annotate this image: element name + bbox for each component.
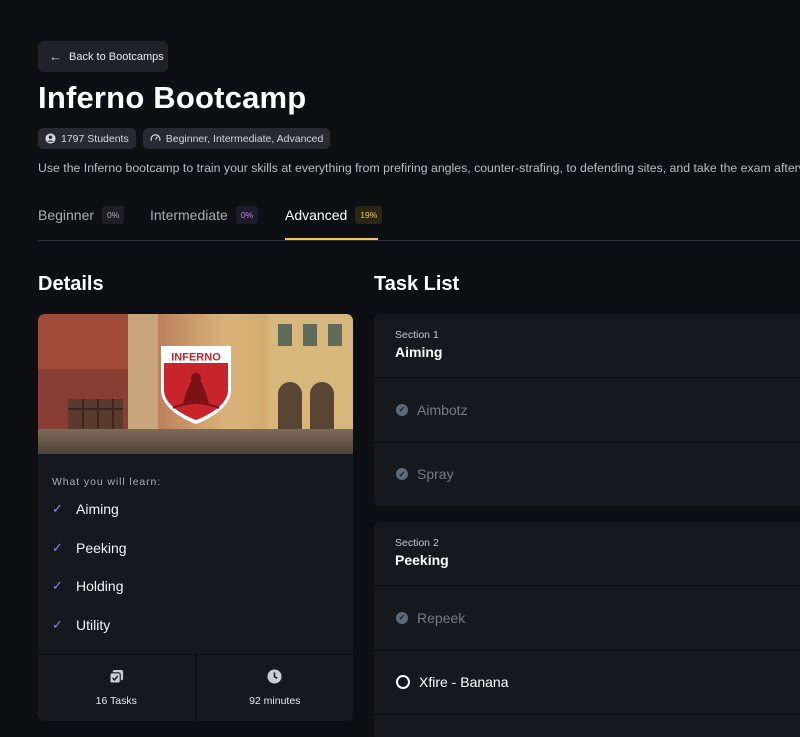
learn-item: ✓ Holding bbox=[52, 578, 123, 594]
section-header: Section 1 Aiming bbox=[374, 314, 800, 378]
completed-check-icon: ✓ bbox=[396, 468, 408, 481]
task-label: Xfire - Banana bbox=[419, 674, 509, 691]
check-icon: ✓ bbox=[52, 617, 63, 632]
levels-text: Beginner, Intermediate, Advanced bbox=[165, 132, 324, 145]
task-section: Section 2 Peeking ✓ Repeek Xfire - Banan… bbox=[374, 522, 800, 737]
students-count: 1797 Students bbox=[61, 132, 129, 145]
page-title: Inferno Bootcamp bbox=[38, 80, 307, 115]
tasks-count: 16 Tasks bbox=[95, 695, 137, 707]
back-button-label: Back to Bootcamps bbox=[69, 50, 164, 63]
completed-check-icon: ✓ bbox=[396, 403, 408, 416]
task-section: Section 1 Aiming ✓ Aimbotz ✓ Spray bbox=[374, 314, 800, 507]
progress-badge: 0% bbox=[102, 206, 125, 224]
learn-item-label: Peeking bbox=[76, 540, 127, 556]
active-tab-indicator bbox=[285, 238, 378, 240]
check-icon: ✓ bbox=[52, 540, 63, 555]
levels-chip: Beginner, Intermediate, Advanced bbox=[142, 128, 331, 149]
duration: 92 minutes bbox=[249, 695, 301, 707]
learn-item-label: Aiming bbox=[76, 501, 119, 517]
tasks-icon bbox=[109, 669, 124, 687]
task-row[interactable]: ✓ Repeek bbox=[374, 586, 800, 651]
task-row[interactable]: ✓ Aimbotz bbox=[374, 378, 800, 443]
meta-chips: 1797 Students Beginner, Intermediate, Ad… bbox=[38, 128, 331, 149]
task-label: Aimbotz bbox=[417, 401, 468, 418]
progress-badge: 19% bbox=[355, 206, 383, 224]
students-chip: 1797 Students bbox=[38, 128, 136, 149]
task-row[interactable]: ✓ Spray bbox=[374, 443, 800, 507]
task-label: Repeek bbox=[417, 609, 466, 626]
progress-badge: 0% bbox=[235, 206, 259, 224]
section-name: Aiming bbox=[395, 344, 443, 360]
clock-icon bbox=[267, 669, 282, 687]
check-icon: ✓ bbox=[52, 578, 63, 593]
back-to-bootcamps-button[interactable]: ← Back to Bootcamps bbox=[38, 41, 168, 72]
learn-item: ✓ Utility bbox=[52, 617, 110, 633]
user-icon bbox=[45, 133, 56, 144]
tab-beginner[interactable]: Beginner 0% bbox=[38, 200, 125, 240]
arrow-left-icon: ← bbox=[49, 49, 62, 64]
tab-label: Intermediate bbox=[150, 207, 228, 223]
description: Use the Inferno bootcamp to train your s… bbox=[38, 161, 800, 175]
learn-item: ✓ Peeking bbox=[52, 540, 127, 556]
learn-label: What you will learn: bbox=[52, 476, 162, 488]
gauge-icon bbox=[150, 133, 161, 144]
completed-check-icon: ✓ bbox=[396, 611, 408, 624]
section-header: Section 2 Peeking bbox=[374, 522, 800, 586]
learn-item-label: Holding bbox=[76, 578, 124, 594]
tab-label: Beginner bbox=[38, 207, 95, 223]
tasks-stat: 16 Tasks bbox=[38, 655, 195, 721]
section-number: Section 1 bbox=[395, 329, 439, 341]
task-list-heading: Task List bbox=[374, 273, 460, 295]
details-card: INFERNO What you will learn: ✓ Aiming ✓ … bbox=[38, 314, 353, 721]
tab-intermediate[interactable]: Intermediate 0% bbox=[150, 200, 259, 240]
svg-text:INFERNO: INFERNO bbox=[171, 352, 221, 364]
section-number: Section 2 bbox=[395, 537, 439, 549]
details-heading: Details bbox=[38, 273, 104, 295]
bootcamp-page: ← Back to Bootcamps Inferno Bootcamp 179… bbox=[0, 0, 800, 737]
task-label: Spray bbox=[417, 466, 454, 483]
tab-advanced[interactable]: Advanced 19% bbox=[285, 200, 383, 240]
tab-label: Advanced bbox=[285, 207, 348, 223]
learn-item: ✓ Aiming bbox=[52, 501, 119, 517]
difficulty-tabs: Beginner 0% Intermediate 0% Advanced 19% bbox=[38, 200, 800, 241]
section-name: Peeking bbox=[395, 552, 449, 568]
open-circle-icon bbox=[396, 675, 410, 690]
task-row[interactable]: Xfire - Banana bbox=[374, 651, 800, 715]
stats-row: 16 Tasks 92 minutes bbox=[38, 654, 353, 721]
check-icon: ✓ bbox=[52, 501, 63, 516]
learn-item-label: Utility bbox=[76, 617, 111, 633]
duration-stat: 92 minutes bbox=[194, 655, 354, 721]
map-hero-image: INFERNO bbox=[38, 314, 353, 454]
